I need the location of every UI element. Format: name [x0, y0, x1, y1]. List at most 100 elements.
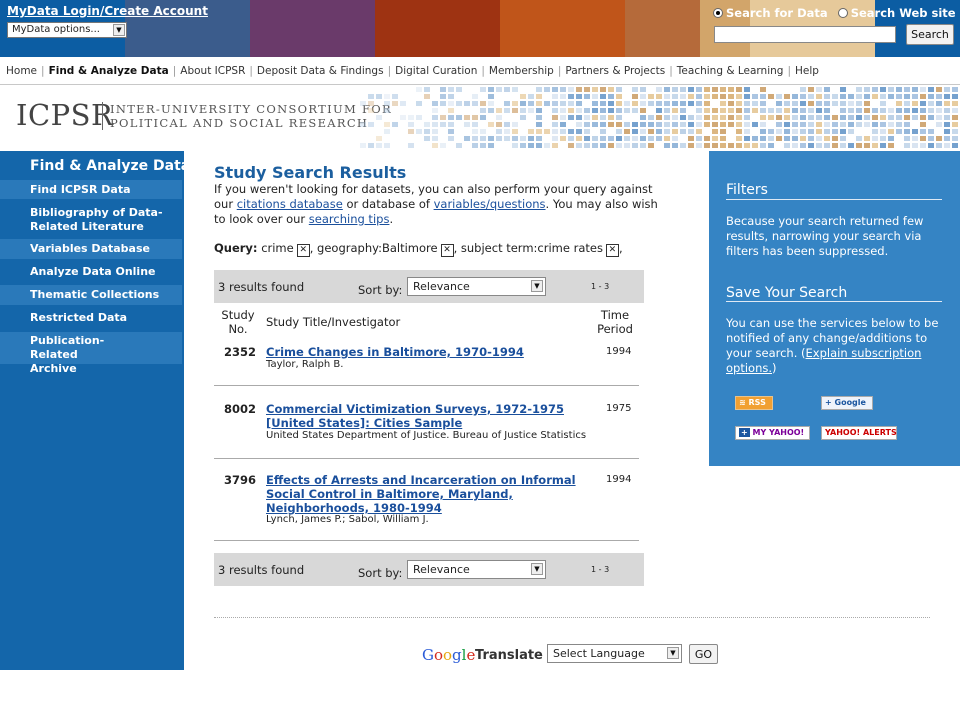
filters-rule — [726, 199, 942, 200]
remove-term-icon[interactable]: ✕ — [296, 244, 310, 257]
result-row: 2352 Crime Changes in Baltimore, 1970-19… — [214, 345, 644, 385]
page-title: Study Search Results — [214, 163, 407, 182]
chevron-down-icon: ▼ — [531, 563, 543, 575]
searching-tips-link[interactable]: searching tips — [309, 212, 390, 226]
results-bar-bottom: 3 results found Sort by: Relevance ▼ 1 -… — [214, 553, 644, 586]
filters-title: Filters — [726, 182, 768, 198]
nav-about-icpsr[interactable]: About ICPSR — [180, 65, 245, 77]
logo-divider — [102, 102, 103, 130]
column-time-period: Time Period — [597, 308, 633, 336]
results-bar-top: 3 results found Sort by: Relevance ▼ 1 -… — [214, 270, 644, 303]
intro-text: If you weren't looking for datasets, you… — [214, 182, 659, 227]
sidebar-item-variables-database[interactable]: Variables Database — [0, 239, 182, 259]
study-investigator: Taylor, Ralph B. — [266, 359, 344, 370]
nav-teaching-learning[interactable]: Teaching & Learning — [677, 65, 784, 77]
sidebar-item-bibliography[interactable]: Bibliography of Data-Related Literature — [0, 205, 170, 237]
study-title-link[interactable]: Effects of Arrests and Incarceration on … — [266, 473, 582, 515]
yahoo-alerts-button[interactable]: YAHOO! ALERTS — [821, 426, 897, 440]
sidebar-item-find-icpsr-data[interactable]: Find ICPSR Data — [0, 180, 182, 199]
translate-go-button[interactable]: GO — [689, 644, 718, 664]
nav-deposit-data[interactable]: Deposit Data & Findings — [257, 65, 384, 77]
intro-text-part: or database of — [342, 197, 434, 211]
google-label: Google — [834, 398, 866, 407]
remove-term-icon[interactable]: ✕ — [605, 244, 619, 257]
search-scope: Search for Data Search Web site — [713, 6, 956, 20]
sidebar-item-analyze-online[interactable]: Analyze Data Online — [0, 262, 182, 282]
add-to-google-button[interactable]: + Google — [821, 396, 873, 410]
result-row: 8002 Commercial Victimization Surveys, 1… — [214, 402, 644, 452]
banner-stripe — [500, 0, 625, 57]
nav-home[interactable]: Home — [6, 65, 37, 77]
mydata-options-select[interactable]: MyData options... ▼ — [7, 22, 127, 38]
study-title-link[interactable]: Commercial Victimization Surveys, 1972-1… — [266, 402, 582, 430]
mydata-login-link[interactable]: MyData Login/Create Account — [7, 4, 208, 18]
dotted-divider — [214, 617, 930, 618]
add-to-my-yahoo-button[interactable]: + MY YAHOO! — [735, 426, 810, 440]
results-count: 3 results found — [218, 280, 305, 294]
nav-help[interactable]: Help — [795, 65, 819, 77]
plus-icon: + — [739, 428, 750, 437]
language-select-value: Select Language — [553, 647, 645, 660]
sort-value: Relevance — [413, 563, 470, 576]
site-search-input[interactable] — [714, 26, 896, 43]
site-header: ICPSR INTER-UNIVERSITY CONSORTIUM FOR PO… — [0, 86, 960, 151]
query-term: geography:Baltimore — [317, 241, 438, 255]
column-study-no: Study No. — [221, 308, 255, 336]
search-web-radio[interactable] — [837, 8, 848, 18]
study-time-period: 1975 — [606, 403, 632, 414]
citations-database-link[interactable]: citations database — [237, 197, 343, 211]
nav-find-analyze-data[interactable]: Find & Analyze Data — [49, 65, 169, 77]
nav-partners-projects[interactable]: Partners & Projects — [565, 65, 665, 77]
mydata-select-value: MyData options... — [12, 24, 100, 35]
save-search-text: You can use the services below to be not… — [726, 316, 951, 376]
translate-label: Translate — [475, 648, 543, 663]
sidebar-item-thematic-collections[interactable]: Thematic Collections — [0, 285, 182, 305]
language-select[interactable]: Select Language ▼ — [547, 644, 682, 663]
sidebar-item-restricted-data[interactable]: Restricted Data — [0, 308, 182, 328]
filters-text: Because your search returned few results… — [726, 214, 924, 258]
chevron-down-icon: ▼ — [113, 24, 125, 36]
page-range: 1 - 3 — [591, 565, 610, 574]
banner-stripe — [250, 0, 375, 57]
sort-by-select[interactable]: Relevance ▼ — [407, 560, 546, 579]
study-number: 2352 — [224, 345, 257, 359]
sidebar-title: Find & Analyze Data — [30, 158, 191, 174]
google-logo: Google — [422, 646, 476, 664]
logo-subtitle-line: INTER-UNIVERSITY CONSORTIUM FOR — [110, 102, 392, 116]
search-data-label: Search for Data — [726, 6, 828, 20]
my-yahoo-label: MY YAHOO! — [752, 428, 805, 437]
remove-term-icon[interactable]: ✕ — [440, 244, 454, 257]
left-sidebar: Find & Analyze Data Find ICPSR Data Bibl… — [0, 151, 190, 670]
study-title-link[interactable]: Crime Changes in Baltimore, 1970-1994 — [266, 345, 586, 359]
study-investigator: United States Department of Justice. Bur… — [266, 430, 587, 441]
intro-text-part: . — [389, 212, 394, 226]
nav-digital-curation[interactable]: Digital Curation — [395, 65, 477, 77]
column-title: Study Title/Investigator — [266, 315, 401, 329]
study-number: 3796 — [224, 473, 257, 487]
variables-questions-link[interactable]: variables/questions — [434, 197, 546, 211]
search-data-radio[interactable] — [713, 8, 723, 18]
query-term: crime — [261, 241, 294, 255]
rss-icon: ≋ — [739, 398, 746, 407]
results-column-headers: Study No. Study Title/Investigator Time … — [214, 305, 644, 341]
search-button[interactable]: Search — [906, 24, 954, 45]
right-panel: Filters Because your search returned few… — [709, 151, 960, 466]
sort-by-select[interactable]: Relevance ▼ — [407, 277, 546, 296]
sort-value: Relevance — [413, 280, 470, 293]
rss-label: RSS — [748, 398, 766, 407]
rss-button[interactable]: ≋ RSS — [735, 396, 773, 410]
sidebar-item-publication-archive[interactable]: Publication-Related Archive — [0, 332, 182, 375]
page-range: 1 - 3 — [591, 282, 610, 291]
nav-membership[interactable]: Membership — [489, 65, 554, 77]
results-count: 3 results found — [218, 563, 305, 577]
logo-subtitle: INTER-UNIVERSITY CONSORTIUM FOR POLITICA… — [110, 102, 392, 130]
row-divider — [214, 385, 639, 386]
icpsr-logo[interactable]: ICPSR — [16, 98, 113, 132]
study-time-period: 1994 — [606, 474, 632, 485]
top-banner: MyData Login/Create Account MyData optio… — [0, 0, 960, 57]
top-nav: Home | Find & Analyze Data | About ICPSR | Dep… — [0, 57, 960, 85]
header-mosaic-pattern — [360, 87, 958, 148]
sort-by-label: Sort by: — [358, 283, 403, 297]
study-investigator: Lynch, James P.; Sabol, William J. — [266, 514, 429, 525]
save-search-rule — [726, 301, 942, 302]
